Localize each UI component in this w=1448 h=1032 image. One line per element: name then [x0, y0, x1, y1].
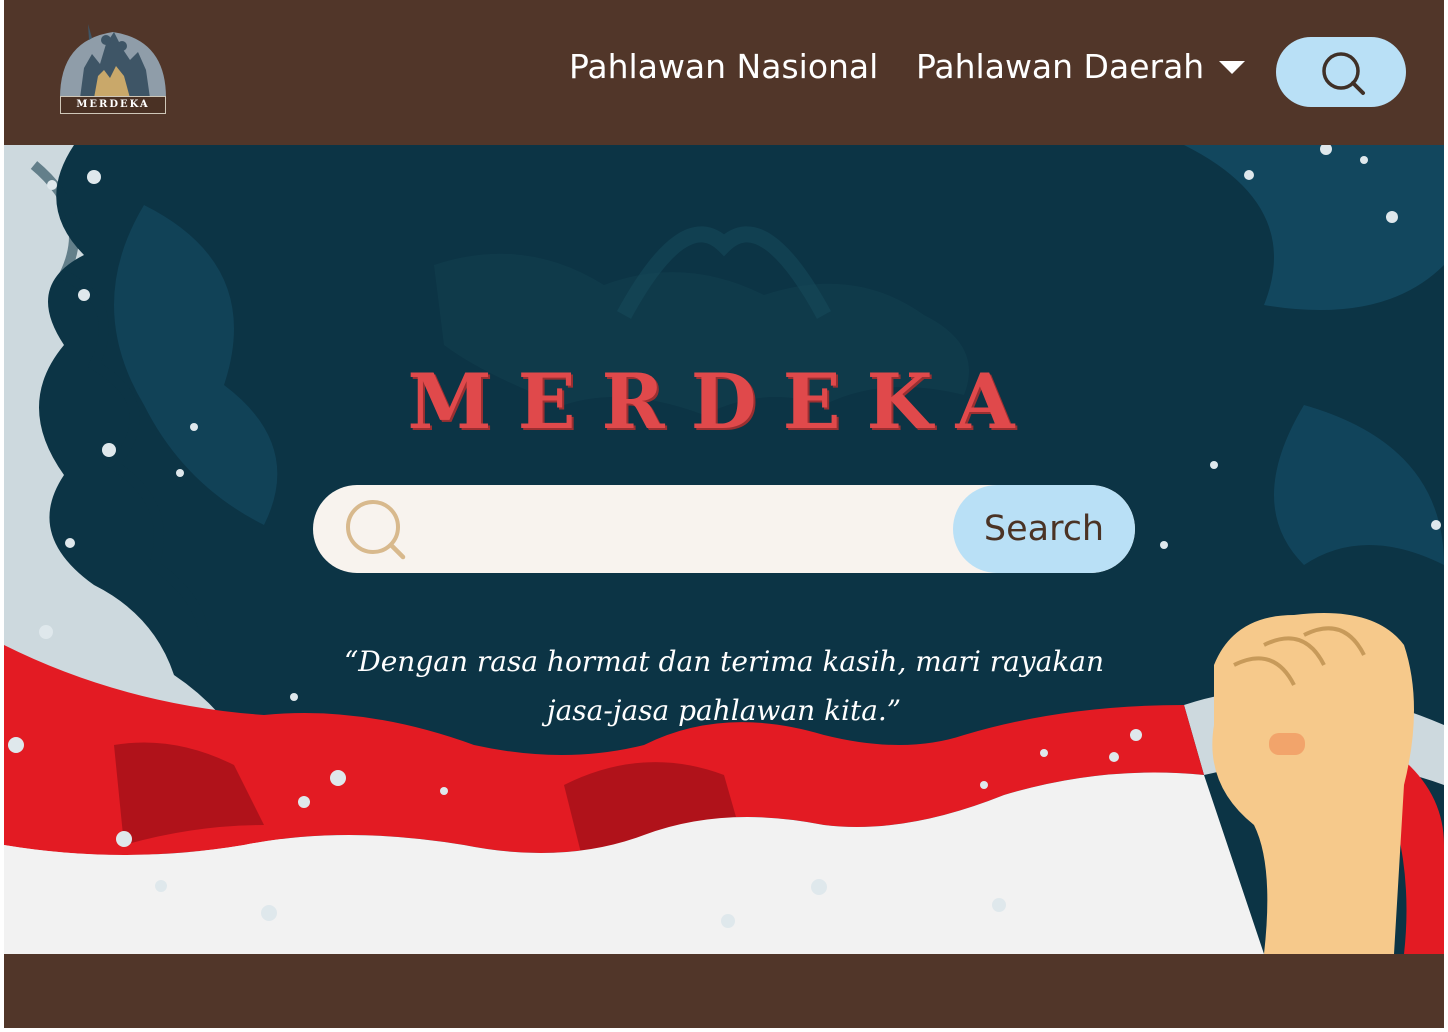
hero-section: MERDEKA Search “Dengan rasa hormat dan t…: [4, 145, 1444, 954]
footer-bar: [4, 954, 1444, 1028]
logo-text: MERDEKA: [60, 96, 166, 114]
logo-emblem-icon: [60, 24, 166, 98]
search-icon: [1322, 52, 1365, 95]
header-bar: MERDEKA Pahlawan Nasional Pahlawan Daera…: [4, 0, 1444, 145]
search-button[interactable]: Search: [953, 485, 1135, 573]
header-search-button[interactable]: [1276, 37, 1406, 107]
hero-search-bar: Search: [313, 485, 1135, 573]
search-icon: [346, 500, 406, 560]
hero-quote: “Dengan rasa hormat dan terima kasih, ma…: [343, 645, 1105, 727]
nav-pahlawan-daerah[interactable]: Pahlawan Daerah: [916, 44, 1204, 90]
site-logo[interactable]: MERDEKA: [58, 18, 168, 118]
hero-title: MERDEKA: [407, 357, 1041, 446]
search-input[interactable]: [423, 485, 947, 573]
caret-down-icon[interactable]: [1219, 61, 1245, 74]
nav-pahlawan-nasional[interactable]: Pahlawan Nasional: [569, 44, 878, 90]
page-frame: MERDEKA Pahlawan Nasional Pahlawan Daera…: [4, 0, 1444, 1028]
